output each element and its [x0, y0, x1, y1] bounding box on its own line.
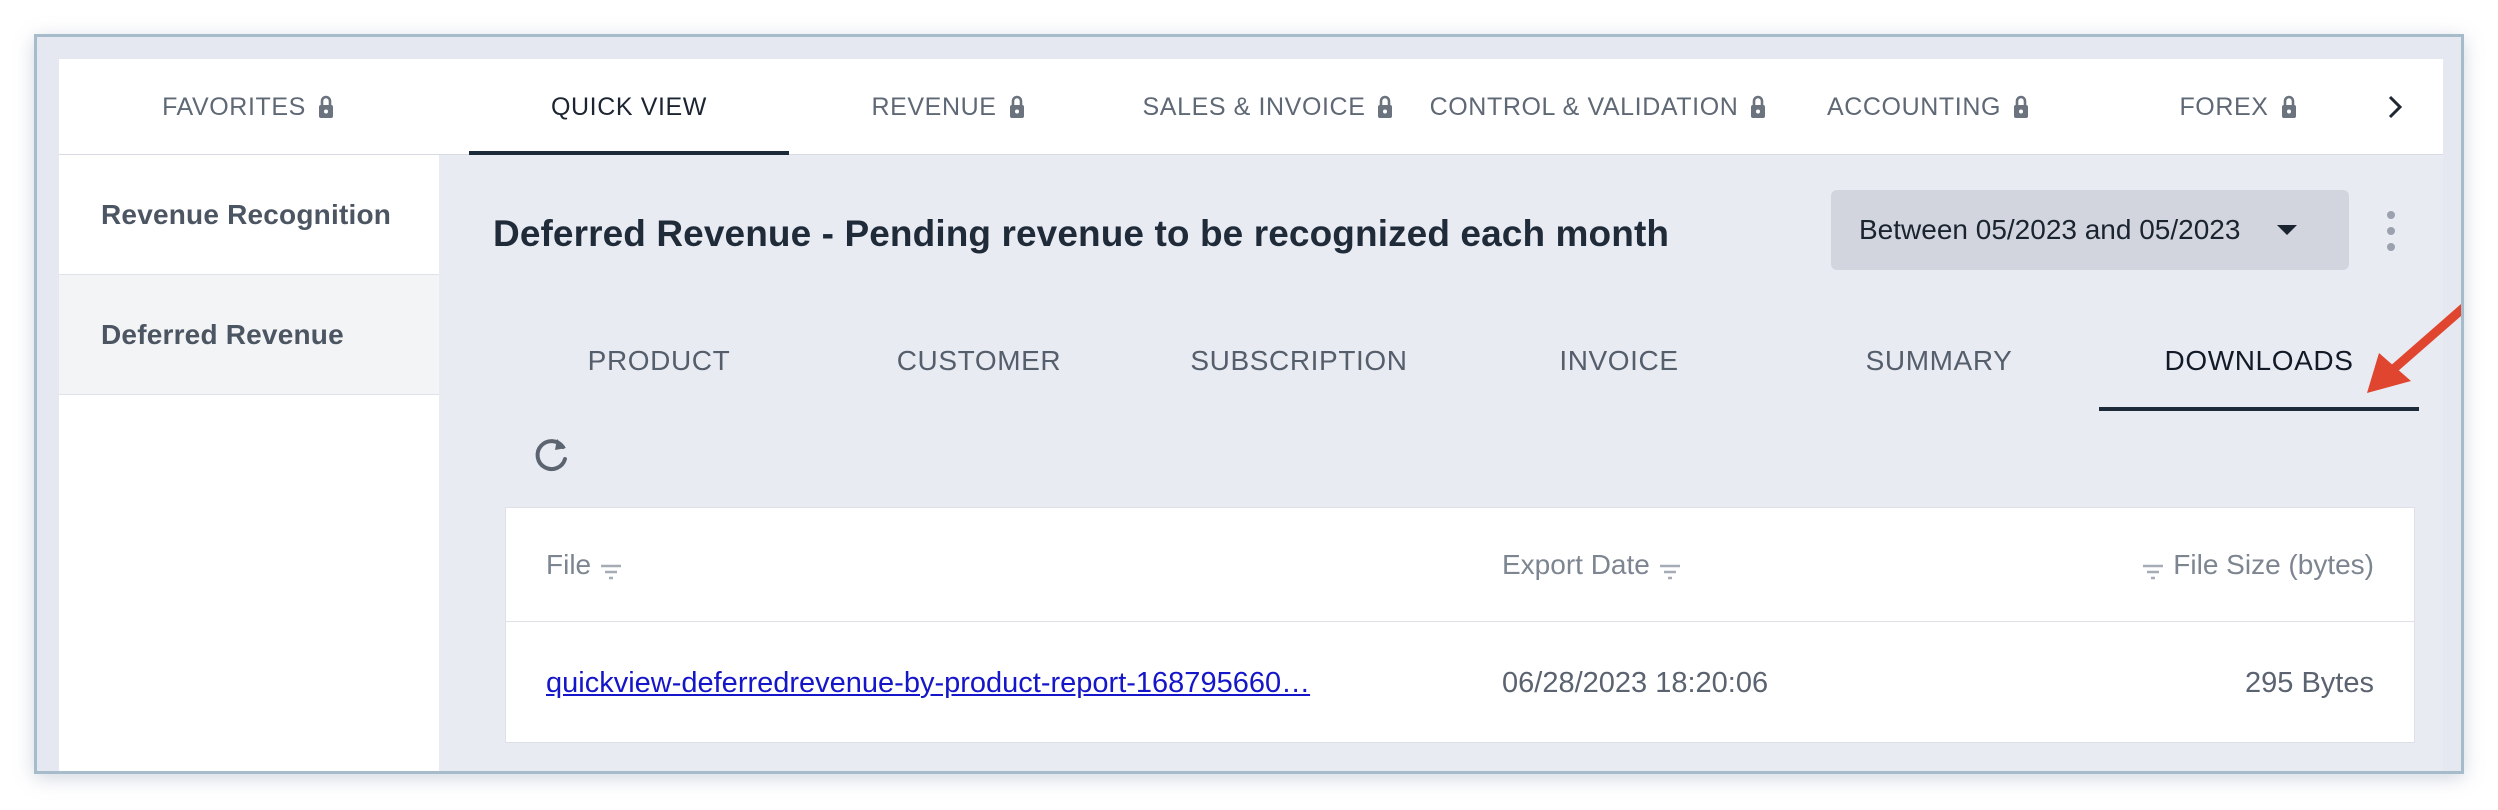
caret-down-icon [2277, 225, 2297, 235]
sidebar-item-deferred-revenue[interactable]: Deferred Revenue [59, 275, 439, 395]
tab-label: PRODUCT [587, 345, 731, 376]
tab-customer[interactable]: CUSTOMER [819, 311, 1139, 411]
export-date-cell: 06/28/2023 18:20:06 [1502, 666, 1769, 699]
tab-label: SUBSCRIPTION [1190, 345, 1408, 376]
column-header-file-size: File Size (bytes) [2141, 508, 2374, 622]
filter-icon[interactable] [2141, 556, 2165, 580]
filter-icon[interactable] [1658, 556, 1682, 580]
tab-subscription[interactable]: SUBSCRIPTION [1139, 311, 1459, 411]
tab-label: QUICK VIEW [550, 92, 707, 121]
column-label: File Size (bytes) [2173, 549, 2374, 580]
tab-label: DOWNLOADS [2164, 345, 2354, 376]
tab-sales-invoice[interactable]: SALES & INVOICE [1109, 59, 1429, 155]
lock-icon [1748, 94, 1768, 120]
main-content: Deferred Revenue - Pending revenue to be… [439, 155, 2461, 771]
file-download-link[interactable]: quickview-deferredrevenue-by-product-rep… [546, 667, 1310, 700]
tab-forex[interactable]: FOREX [2089, 59, 2389, 155]
date-range-dropdown[interactable]: Between 05/2023 and 05/2023 [1831, 190, 2349, 270]
tab-label: SUMMARY [1865, 345, 2013, 376]
more-options-icon[interactable] [2379, 211, 2403, 251]
tab-label: CUSTOMER [896, 345, 1062, 376]
file-cell: quickview-deferredrevenue-by-product-rep… [546, 622, 1310, 744]
app-window: FAVORITES QUICK VIEW REVENUE SALES & INV… [59, 59, 2461, 771]
tab-label: INVOICE [1559, 345, 1679, 376]
annotation-arrow-icon [2367, 304, 2461, 393]
table-row: quickview-deferredrevenue-by-product-rep… [506, 622, 2414, 744]
lock-icon [2279, 94, 2299, 120]
lock-icon [1375, 94, 1395, 120]
page-title: Deferred Revenue - Pending revenue to be… [493, 213, 1670, 254]
screenshot-frame: FAVORITES QUICK VIEW REVENUE SALES & INV… [34, 34, 2464, 774]
tab-label: ACCOUNTING [1826, 92, 2002, 121]
tab-summary[interactable]: SUMMARY [1779, 311, 2099, 411]
lock-icon [316, 94, 336, 120]
file-size-cell: 295 Bytes [2245, 666, 2374, 699]
report-tabs: PRODUCT CUSTOMER SUBSCRIPTION INVOICE SU… [499, 311, 2419, 411]
tab-revenue[interactable]: REVENUE [789, 59, 1109, 155]
tab-label: REVENUE [871, 92, 997, 121]
tab-favorites[interactable]: FAVORITES [59, 59, 439, 155]
tab-invoice[interactable]: INVOICE [1459, 311, 1779, 411]
tab-quick-view[interactable]: QUICK VIEW [469, 59, 789, 155]
downloads-table: File Export Date File Size (bytes) quick… [505, 507, 2415, 743]
tab-label: FOREX [2179, 92, 2269, 121]
lock-icon [2011, 94, 2031, 120]
column-label: File [546, 549, 592, 580]
sidebar-item-label: Deferred Revenue [101, 318, 344, 350]
tab-label: CONTROL & VALIDATION [1429, 92, 1739, 121]
sidebar: Revenue Recognition Deferred Revenue [59, 155, 439, 771]
column-header-file: File [546, 508, 623, 622]
tab-label: FAVORITES [162, 92, 306, 121]
column-label: Export Date [1502, 549, 1650, 580]
date-range-label: Between 05/2023 and 05/2023 [1859, 214, 2241, 245]
top-navigation: FAVORITES QUICK VIEW REVENUE SALES & INV… [59, 59, 2443, 155]
tab-product[interactable]: PRODUCT [499, 311, 819, 411]
chevron-right-icon[interactable] [2375, 87, 2415, 127]
tab-accounting[interactable]: ACCOUNTING [1769, 59, 2089, 155]
sidebar-item-revenue-recognition[interactable]: Revenue Recognition [59, 155, 439, 275]
refresh-icon[interactable] [529, 433, 573, 477]
tab-control-validation[interactable]: CONTROL & VALIDATION [1429, 59, 1769, 155]
column-header-export-date: Export Date [1502, 508, 1682, 622]
tab-label: SALES & INVOICE [1142, 92, 1366, 121]
table-header: File Export Date File Size (bytes) [506, 508, 2414, 622]
filter-icon[interactable] [599, 556, 623, 580]
sidebar-item-label: Revenue Recognition [101, 198, 392, 230]
lock-icon [1007, 94, 1027, 120]
